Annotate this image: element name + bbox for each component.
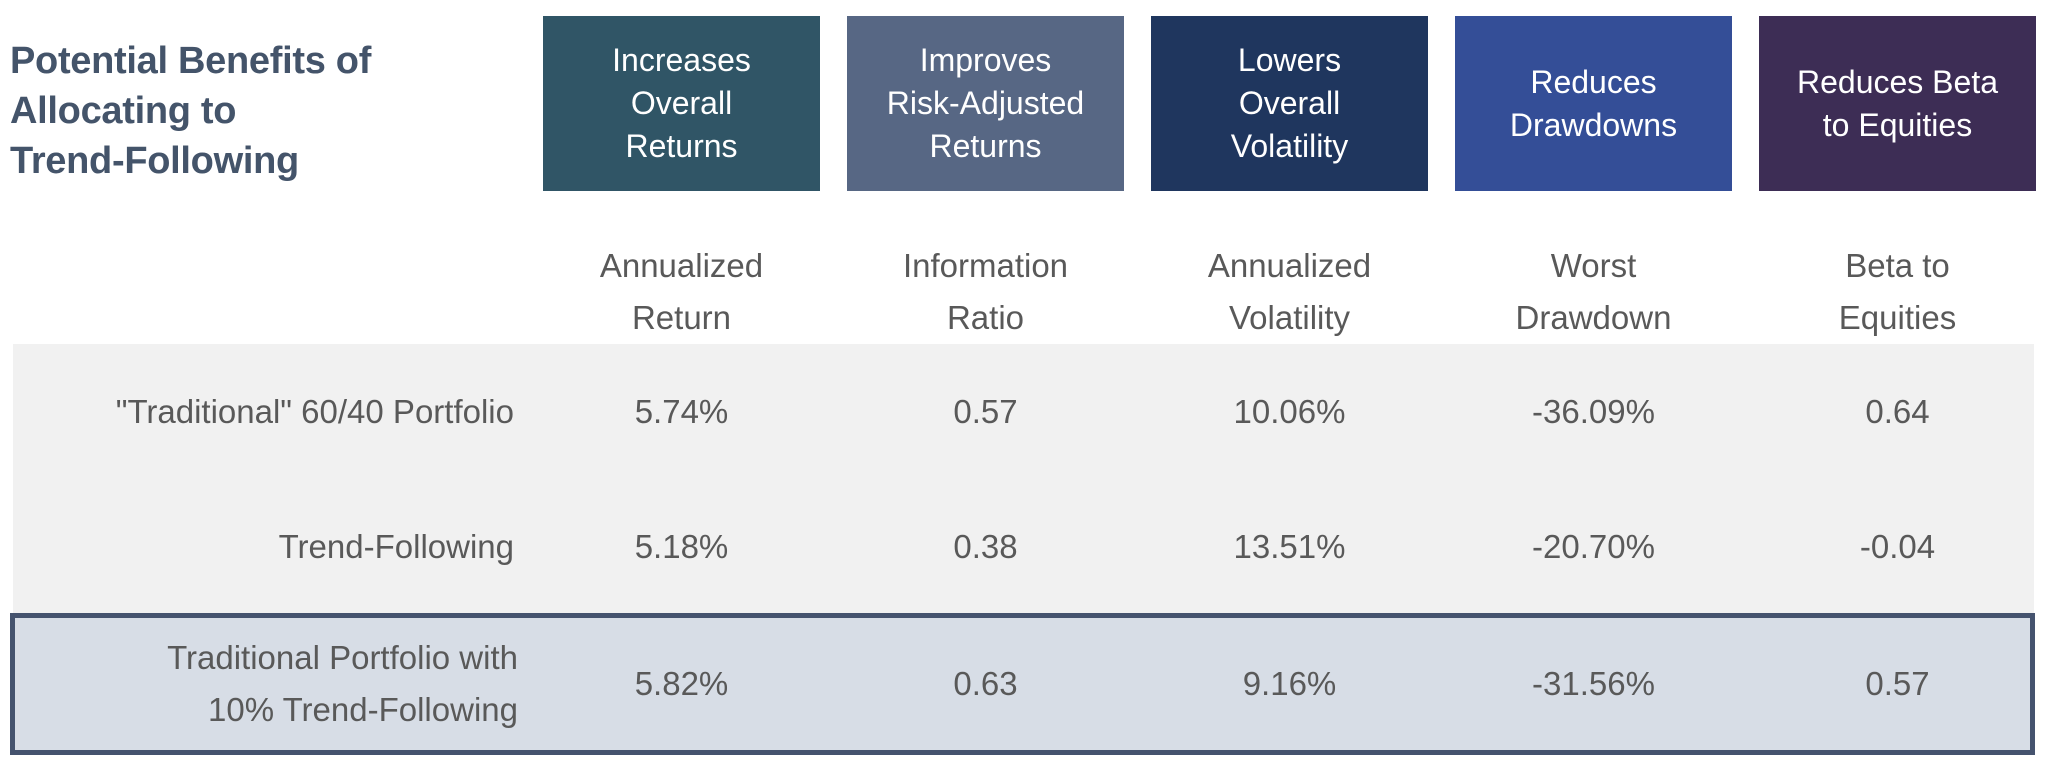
cell-information-ratio: 0.63 (953, 665, 1018, 702)
cell-worst-drawdown: -36.09% (1532, 392, 1655, 430)
page-title: Potential Benefits of Allocating to Tren… (10, 40, 372, 182)
column-header-beta-to-equities: Beta to Equities (1838, 247, 1957, 336)
cell-beta-to-equities: 0.57 (1865, 665, 1930, 702)
benefit-lowers-volatility: Lowers Overall Volatility (1151, 16, 1428, 191)
cell-information-ratio: 0.38 (953, 527, 1018, 565)
column-header-annualized-return: Annualized Return (599, 247, 764, 336)
cell-annualized-volatility: 9.16% (1242, 665, 1337, 702)
cell-beta-to-equities: -0.04 (1859, 527, 1936, 565)
benefit-reduces-drawdowns: Reduces Drawdowns (1455, 16, 1732, 191)
cell-information-ratio: 0.57 (953, 392, 1018, 430)
cell-annualized-return: 5.18% (634, 527, 729, 565)
cell-beta-to-equities: 0.64 (1865, 392, 1930, 430)
row-label: Traditional Portfolio with 10% Trend-Fol… (167, 639, 518, 728)
column-header-information-ratio: Information Ratio (902, 247, 1069, 336)
column-header-worst-drawdown: Worst Drawdown (1515, 247, 1672, 336)
cell-worst-drawdown: -31.56% (1532, 665, 1655, 702)
benefit-increases-returns: Increases Overall Returns (543, 16, 820, 191)
row-label: "Traditional" 60/40 Portfolio (115, 392, 514, 430)
cell-annualized-volatility: 10.06% (1233, 392, 1346, 430)
cell-worst-drawdown: -20.70% (1532, 527, 1655, 565)
cell-annualized-return: 5.82% (634, 665, 729, 702)
benefit-reduces-beta: Reduces Beta to Equities (1759, 16, 2036, 191)
table-row: Trend-Following 5.18% 0.38 13.51% -20.70… (13, 479, 2034, 614)
benefit-improves-risk-adjusted-returns: Improves Risk-Adjusted Returns (847, 16, 1124, 191)
cell-annualized-return: 5.74% (634, 392, 729, 430)
table-row-highlighted: Traditional Portfolio with 10% Trend-Fol… (10, 613, 2035, 755)
row-label: Trend-Following (278, 527, 514, 565)
cell-annualized-volatility: 13.51% (1233, 527, 1346, 565)
column-header-annualized-volatility: Annualized Volatility (1207, 247, 1372, 336)
table-row: "Traditional" 60/40 Portfolio 5.74% 0.57… (13, 344, 2034, 479)
